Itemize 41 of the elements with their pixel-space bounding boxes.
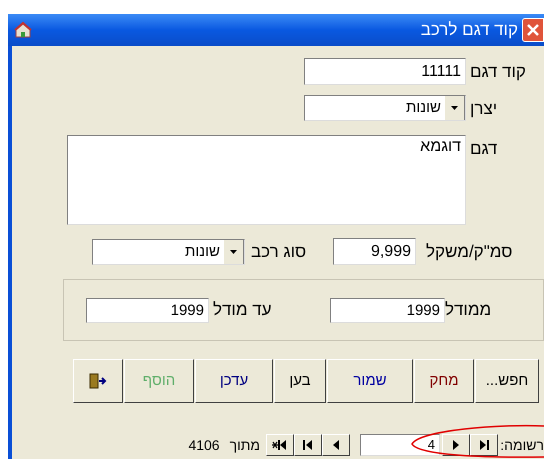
field-label: יצרן [470,98,498,120]
close-icon [527,24,539,36]
caret-icon [230,250,237,254]
action-button[interactable]: בען [274,359,326,403]
exit-button[interactable] [73,359,123,403]
action-button[interactable]: מחק [414,359,474,403]
field-label: עד מודל [212,299,273,322]
field-label: דגם [470,138,498,160]
of-label: מתוך [230,436,260,455]
door-exit-icon [88,372,108,390]
house-icon [14,21,32,39]
text-field[interactable]: 1999 [86,298,209,322]
dropdown-button[interactable] [445,96,465,120]
last-record-button[interactable] [470,434,498,456]
new-record-button[interactable] [266,434,294,456]
window-title: קוד דגם לרכב [420,19,518,42]
action-button[interactable]: שמור [327,359,413,403]
text-field[interactable]: 11111 [304,58,466,85]
record-number-field[interactable]: 4 [360,434,440,456]
dropdown-field[interactable]: שונות [92,238,245,264]
text-area[interactable]: דוגמא [67,135,466,225]
text-field[interactable]: 1999 [330,298,445,322]
close-button[interactable] [522,18,544,42]
field-label: סמ"ק/משקל [425,240,514,263]
first-record-button[interactable] [294,434,322,456]
caret-icon [451,106,458,110]
dropdown-value: שונות [405,98,442,118]
record-count: 4106 [188,436,220,454]
action-button[interactable]: חפש... [475,359,539,403]
dropdown-button[interactable] [224,240,244,264]
dropdown-value: שונות [184,242,221,262]
new-record-icon [272,437,288,453]
next-record-button[interactable] [442,434,470,456]
record-label: רשומה: [499,436,544,454]
field-label: קוד דגם [470,61,527,83]
previous-record-button[interactable] [322,434,350,456]
field-label: ממודל [445,299,492,322]
field-label: סוג רכב [250,240,308,263]
text-field[interactable]: 9,999 [333,238,416,265]
dropdown-field[interactable]: שונות [304,95,466,121]
action-button[interactable]: עדכן [195,359,273,403]
